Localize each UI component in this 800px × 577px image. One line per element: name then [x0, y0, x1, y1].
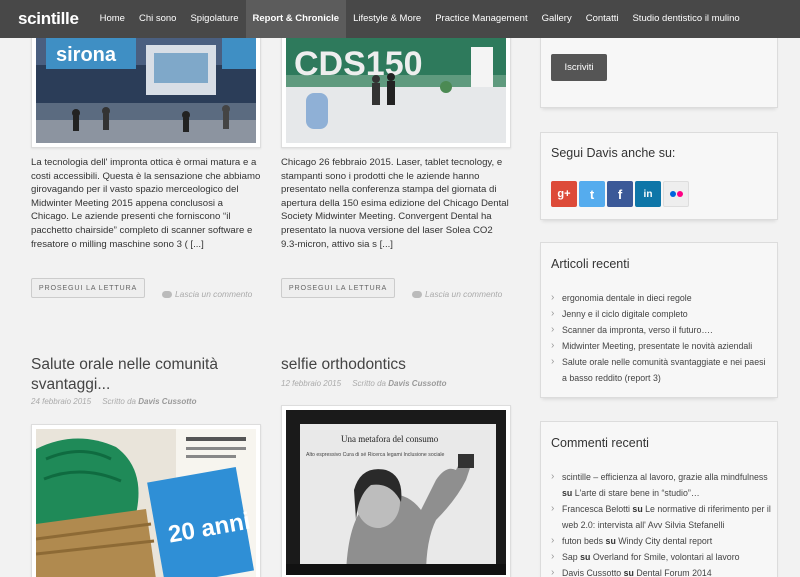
post-date: 24 febbraio 2015 [31, 397, 92, 406]
nav-item-studio-dentistico[interactable]: Studio dentistico il mulino [625, 0, 746, 38]
recent-comment: Davis Cussotto su Dental Forum 2014 [551, 565, 771, 577]
cds150-hall-photo: CDS150 [286, 25, 506, 143]
recent-comment: Sap su Overland for Smile, volontari al … [551, 549, 771, 565]
recent-comment: futon beds su Windy City dental report [551, 533, 771, 549]
post-excerpt: Chicago 26 febbraio 2015. Laser, tablet … [281, 157, 509, 250]
comment-post-link[interactable]: Overland for Smile, volontari al lavoro [593, 552, 740, 562]
comment-bubble-icon [162, 290, 172, 298]
subscribe-button[interactable]: Iscriviti [551, 54, 607, 81]
recent-article-link[interactable]: Jenny e il ciclo digitale completo [551, 306, 771, 322]
slide-subtitle-text: Alto espressivo Cura di sé Ricerca legam… [306, 452, 445, 458]
nav-item-home[interactable]: Home [93, 0, 132, 38]
recent-comment: Francesca Belotti su Le normative di rif… [551, 501, 771, 533]
google-plus-icon[interactable]: g+ [551, 181, 577, 207]
post-meta: 24 febbraio 2015 Scritto da Davis Cussot… [31, 397, 196, 406]
read-more-button[interactable]: PROSEGUI LA LETTURA [281, 278, 395, 298]
top-navigation: scintille Home Chi sono Spigolature Repo… [0, 0, 800, 38]
recent-article-link[interactable]: ergonomia dentale in dieci regole [551, 290, 771, 306]
comment-post-link[interactable]: L'arte di stare bene in “studio”… [575, 488, 700, 498]
post-excerpt: La tecnologia dell' impronta ottica è or… [31, 157, 261, 250]
cds150-sign-text: CDS150 [294, 45, 423, 83]
comment-author[interactable]: Sap [562, 552, 578, 562]
comment-author[interactable]: futon beds [562, 536, 603, 546]
sirona-booth-photo: sirona [36, 25, 256, 143]
comment-bubble-icon [412, 290, 422, 298]
post-author[interactable]: Davis Cussotto [388, 379, 446, 388]
recent-articles-widget: Articoli recenti ergonomia dentale in di… [540, 242, 778, 398]
post-meta: 12 febbraio 2015 Scritto da Davis Cussot… [281, 379, 446, 388]
comment-link[interactable]: Lascia un commento [162, 289, 252, 299]
comment-link-label: Lascia un commento [175, 289, 253, 299]
sirona-sign-text: sirona [56, 44, 117, 66]
social-widget-title: Segui Davis anche su: [551, 146, 676, 160]
nav-menu: Home Chi sono Spigolature Report & Chron… [93, 0, 747, 38]
nav-item-report-chronicle[interactable]: Report & Chronicle [245, 0, 347, 38]
post-author[interactable]: Davis Cussotto [138, 397, 196, 406]
nav-item-chi-sono[interactable]: Chi sono [132, 0, 184, 38]
facebook-icon[interactable]: f [607, 181, 633, 207]
post-author-prefix: Scritto da [352, 379, 386, 388]
site-logo[interactable]: scintille [0, 0, 93, 38]
recent-comment: scintille – efficienza al lavoro, grazie… [551, 469, 771, 501]
comment-author[interactable]: scintille – efficienza al lavoro, grazie… [562, 472, 768, 482]
recent-comments-title: Commenti recenti [551, 436, 649, 450]
recent-article-link[interactable]: Scanner da impronta, verso il futuro…. [551, 322, 771, 338]
post-thumbnail-selfie[interactable]: Una metafora del consumo Alto espressivo… [281, 405, 511, 577]
post-author-prefix: Scritto da [102, 397, 136, 406]
twitter-icon[interactable]: t [579, 181, 605, 207]
nav-item-lifestyle[interactable]: Lifestyle & More [346, 0, 428, 38]
comment-author[interactable]: Francesca Belotti [562, 504, 630, 514]
comment-separator: su [605, 536, 616, 546]
post-thumbnail-sirona[interactable]: sirona [31, 20, 261, 148]
recent-comments-widget: Commenti recenti scintille – efficienza … [540, 421, 778, 577]
flickr-icon[interactable] [663, 181, 689, 207]
post-thumbnail-20-anni[interactable]: 20 anni di [31, 424, 261, 577]
20-anni-photo: 20 anni di [36, 429, 256, 577]
comment-separator: su [580, 552, 591, 562]
comment-separator: su [623, 568, 634, 577]
selfie-slide-photo: Una metafora del consumo Alto espressivo… [286, 410, 506, 575]
nav-item-practice-management[interactable]: Practice Management [428, 0, 534, 38]
read-more-button[interactable]: PROSEGUI LA LETTURA [31, 278, 145, 298]
nav-item-spigolature[interactable]: Spigolature [183, 0, 245, 38]
post-title[interactable]: selfie orthodontics [281, 355, 506, 375]
social-widget: Segui Davis anche su: g+ t f in [540, 132, 778, 220]
nav-item-contatti[interactable]: Contatti [579, 0, 626, 38]
post-title[interactable]: Salute orale nelle comunità svantaggi... [31, 355, 256, 395]
linkedin-icon[interactable]: in [635, 181, 661, 207]
comment-separator: su [632, 504, 643, 514]
comment-author[interactable]: Davis Cussotto [562, 568, 621, 577]
nav-item-gallery[interactable]: Gallery [535, 0, 579, 38]
recent-articles-list: ergonomia dentale in dieci regole Jenny … [551, 290, 771, 386]
comment-link-label: Lascia un commento [425, 289, 503, 299]
recent-comments-list: scintille – efficienza al lavoro, grazie… [551, 469, 771, 577]
recent-articles-title: Articoli recenti [551, 257, 630, 271]
recent-article-link[interactable]: Salute orale nelle comunità svantaggiate… [551, 354, 771, 386]
post-date: 12 febbraio 2015 [281, 379, 342, 388]
comment-separator: su [562, 488, 573, 498]
recent-article-link[interactable]: Midwinter Meeting, presentate le novità … [551, 338, 771, 354]
comment-post-link[interactable]: Dental Forum 2014 [636, 568, 711, 577]
comment-link[interactable]: Lascia un commento [412, 289, 502, 299]
comment-post-link[interactable]: Windy City dental report [618, 536, 712, 546]
post-thumbnail-cds150[interactable]: CDS150 [281, 20, 511, 148]
slide-title-text: Una metafora del consumo [341, 434, 439, 444]
